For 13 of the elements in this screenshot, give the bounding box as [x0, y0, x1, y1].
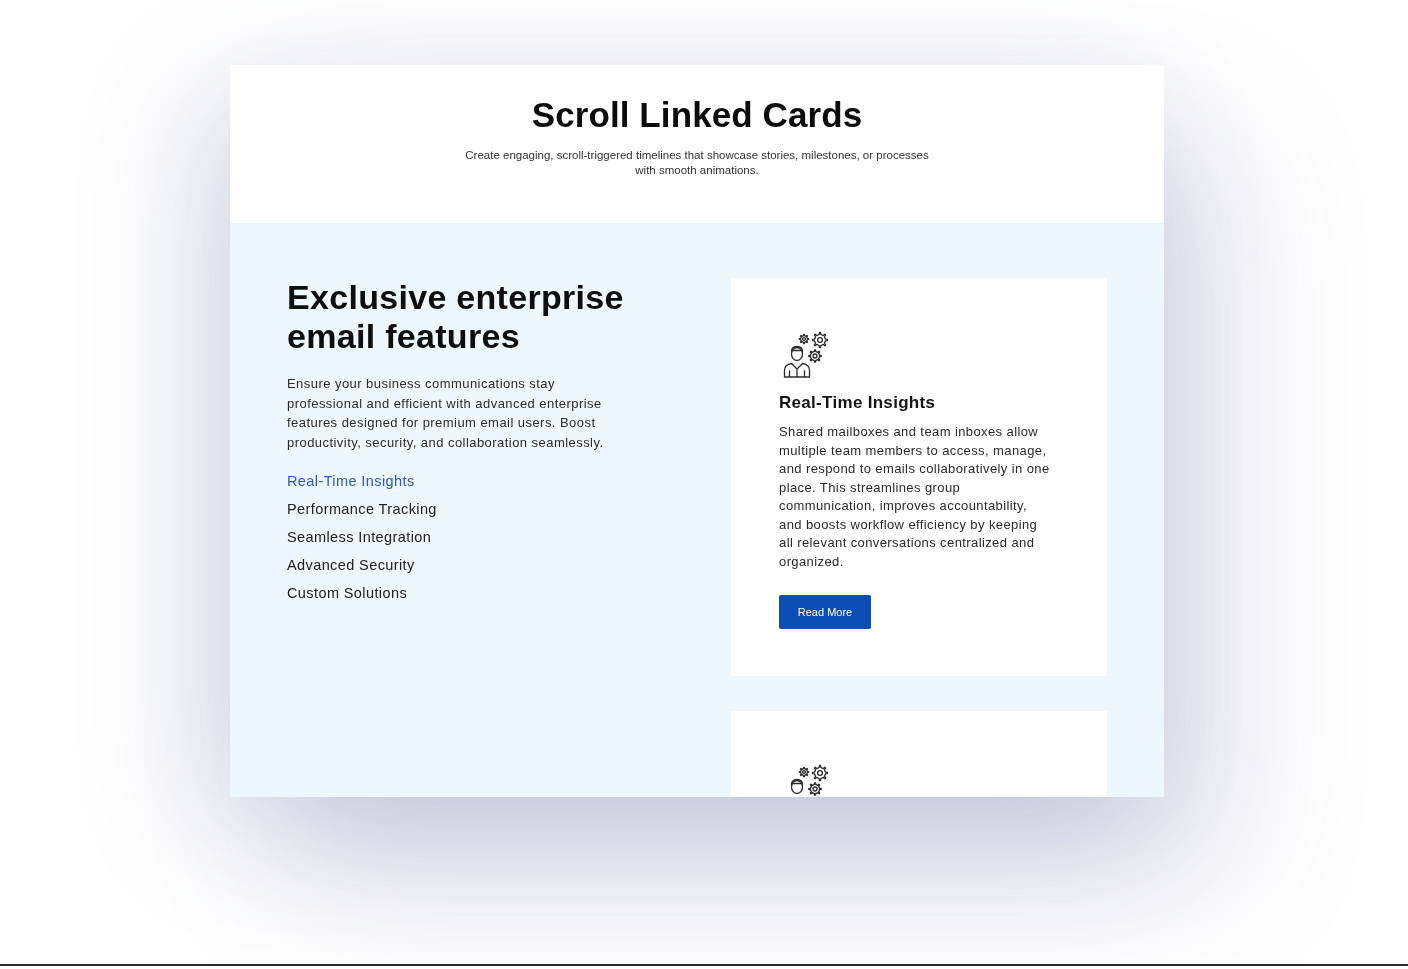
feature-link[interactable]: Real-Time Insights [287, 470, 415, 493]
read-more-button[interactable]: Read More [779, 595, 871, 629]
feature-link[interactable]: Advanced Security [287, 554, 415, 577]
section-heading: Exclusive enterprise email features [287, 278, 625, 356]
page-subtitle: Create engaging, scroll-triggered timelines that showcase stories, milestones, or processes with smooth animations. [464, 148, 930, 178]
section-description: Ensure your business communications stay professional and efficient with advanced enterprise features designed for premium email users. Boost productivity, security, and collaboration seamlessly. [287, 375, 605, 452]
card-description: Shared mailboxes and team inboxes allow multiple team members to access, manage, and respond to emails collaboratively in one place. This streamlines group communication, improves accountability, and boosts workflow efficiency by keeping all relevant conversations centralized and organized. [779, 423, 1051, 571]
page-title: Scroll Linked Cards [531, 95, 863, 135]
card-title: Real-Time Insights [779, 392, 937, 414]
feature-link[interactable]: Performance Tracking [287, 498, 437, 521]
feature-link[interactable]: Custom Solutions [287, 582, 408, 605]
person-gears-icon [782, 330, 830, 378]
feature-link[interactable]: Seamless Integration [287, 526, 432, 549]
